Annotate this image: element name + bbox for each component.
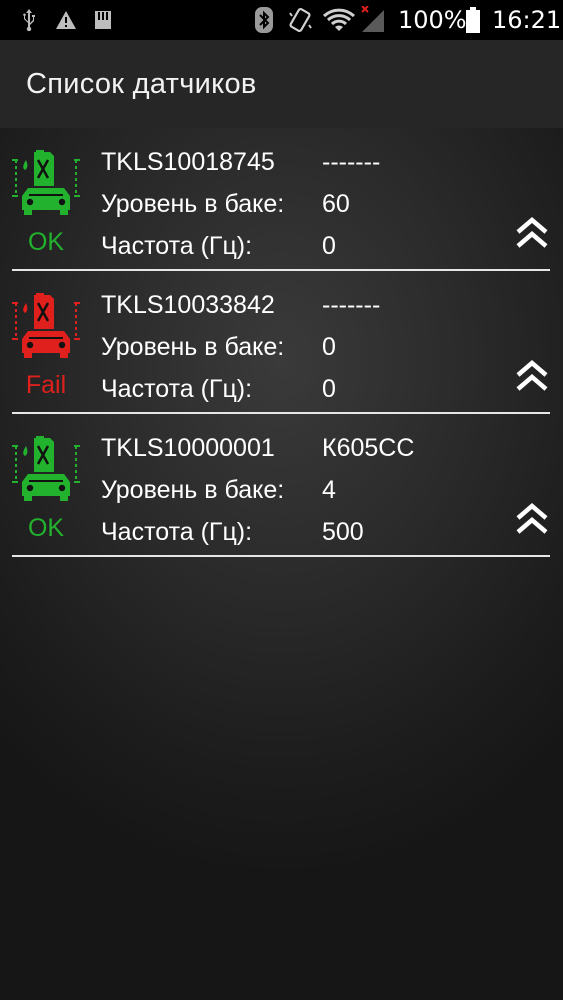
status-badge: OK [27,228,65,256]
battery-percent: 100% [398,6,467,34]
battery-icon [464,0,482,40]
bluetooth-icon [252,0,276,40]
frequency-value: 0 [322,232,336,260]
sensor-item[interactable]: Fail TKLS10033842 ------- Уровень в баке… [0,271,563,414]
divider [12,555,550,557]
sensor-id: TKLS10033842 [101,291,275,319]
tank-level-value: 0 [322,333,336,361]
screen: 100% 16:21 Список датчиков OK TKLS100187… [0,0,563,1000]
status-badge: Fail [25,371,67,399]
sensor-id: TKLS10000001 [101,434,275,462]
clock: 16:21 [492,6,562,34]
frequency-label: Частота (Гц): [101,375,253,403]
page-title: Список датчиков [26,68,257,100]
frequency-value: 500 [322,518,364,546]
sensor-id: TKLS10018745 [101,148,275,176]
chevron-up-icon[interactable] [512,357,552,395]
signal-icon [358,0,388,40]
sd-card-icon [92,0,114,40]
tank-level-label: Уровень в баке: [101,190,285,218]
status-bar: 100% 16:21 [0,0,563,40]
usb-icon [18,0,40,40]
fuel-car-icon [10,436,82,502]
frequency-label: Частота (Гц): [101,232,253,260]
warning-icon [54,0,78,40]
status-badge: OK [27,514,65,542]
tank-level-label: Уровень в баке: [101,476,285,504]
tank-level-value: 60 [322,190,350,218]
tank-level-value: 4 [322,476,336,504]
sensor-list: OK TKLS10018745 ------- Уровень в баке: … [0,128,563,557]
vehicle-number: ------- [322,148,381,176]
chevron-up-icon[interactable] [512,214,552,252]
fuel-car-icon [10,150,82,216]
vehicle-number: ------- [322,291,381,319]
tank-level-label: Уровень в баке: [101,333,285,361]
chevron-up-icon[interactable] [512,500,552,538]
frequency-value: 0 [322,375,336,403]
fuel-car-icon [10,293,82,359]
frequency-label: Частота (Гц): [101,518,253,546]
vehicle-number: К605СС [322,434,415,462]
sensor-item[interactable]: OK TKLS10018745 ------- Уровень в баке: … [0,128,563,271]
sensor-item[interactable]: OK TKLS10000001 К605СС Уровень в баке: 4… [0,414,563,557]
wifi-icon [321,0,357,40]
vibrate-icon [286,0,314,40]
app-bar: Список датчиков [0,40,563,128]
